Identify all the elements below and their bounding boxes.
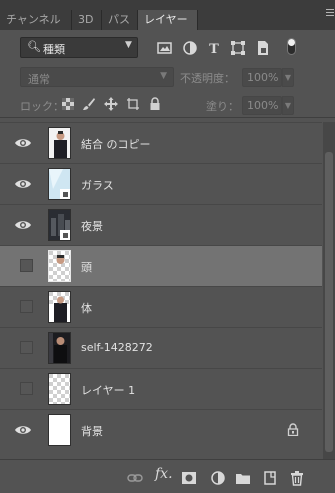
svg-text:T: T — [209, 42, 219, 56]
layer-thumbnail — [48, 250, 71, 282]
layers-bottom-toolbar: fx. — [0, 459, 335, 493]
trash-icon[interactable] — [289, 470, 305, 486]
new-layer-icon[interactable] — [262, 470, 278, 486]
layer-row[interactable]: 頭 — [0, 245, 322, 286]
fill-label: 塗り： — [206, 100, 239, 113]
visibility-toggle[interactable] — [20, 341, 33, 354]
visibility-toggle[interactable] — [20, 300, 33, 313]
layer-row[interactable]: ガラス — [0, 163, 322, 204]
lock-artboard-icon[interactable] — [126, 97, 140, 111]
layer-row[interactable]: 背景 — [0, 409, 322, 450]
lock-all-icon[interactable] — [148, 97, 162, 111]
layer-name[interactable]: 背景 — [81, 423, 103, 439]
layer-style-icon[interactable]: fx. — [155, 466, 173, 482]
layer-thumbnail — [48, 414, 71, 446]
lock-icon[interactable] — [287, 423, 299, 436]
tab-layers[interactable]: レイヤー — [138, 10, 198, 30]
lock-position-icon[interactable] — [104, 97, 118, 111]
chevron-down-icon: ▼ — [125, 40, 132, 50]
new-adjustment-layer-icon[interactable] — [210, 470, 226, 486]
chevron-down-icon: ▼ — [160, 71, 167, 81]
layer-thumbnail — [48, 168, 71, 200]
eye-icon[interactable] — [14, 134, 32, 152]
filter-kind-label: 種類 — [43, 43, 65, 56]
layer-name[interactable]: ガラス — [81, 177, 114, 193]
layer-row[interactable]: 夜景 — [0, 204, 322, 245]
adjustment-filter-icon[interactable] — [182, 40, 198, 56]
layer-list-scrollbar[interactable] — [323, 122, 335, 459]
fill-input[interactable]: 100% — [242, 96, 282, 115]
layer-list: 結合 のコピー ガラス 夜景 頭 体 self-1428272 レイヤー 1 背… — [0, 122, 322, 459]
search-icon: 🔍︎ — [27, 40, 41, 53]
layer-row[interactable]: レイヤー 1 — [0, 368, 322, 409]
layer-name[interactable]: 体 — [81, 300, 92, 316]
shape-filter-icon[interactable] — [230, 40, 246, 56]
visibility-toggle[interactable] — [20, 259, 33, 272]
divider — [0, 117, 335, 118]
layer-name[interactable]: 夜景 — [81, 218, 103, 234]
lock-image-pixels-icon[interactable] — [82, 97, 96, 111]
layer-thumbnail — [48, 209, 71, 241]
blend-mode-label: 通常 — [28, 73, 50, 86]
layer-thumbnail — [48, 127, 71, 159]
blend-mode-select[interactable]: 通常 ▼ — [20, 67, 174, 87]
link-layers-icon[interactable] — [127, 470, 143, 486]
panel-menu-icon[interactable] — [326, 9, 334, 19]
opacity-label: 不透明度： — [180, 72, 235, 85]
eye-icon[interactable] — [14, 216, 32, 234]
layer-row[interactable]: 体 — [0, 286, 322, 327]
lock-label: ロック： — [20, 100, 64, 113]
layer-thumbnail — [48, 373, 71, 405]
opacity-input[interactable]: 100% — [242, 68, 282, 87]
layer-name[interactable]: 結合 のコピー — [81, 136, 151, 152]
smart-object-filter-icon[interactable] — [255, 40, 271, 56]
layer-name[interactable]: self-1428272 — [81, 341, 153, 354]
filter-toggle-switch[interactable] — [287, 38, 296, 55]
tab-channels[interactable]: チャンネル — [0, 10, 72, 30]
layer-thumbnail — [48, 332, 71, 364]
layer-row[interactable]: self-1428272 — [0, 327, 322, 368]
eye-icon[interactable] — [14, 421, 32, 439]
new-group-icon[interactable] — [235, 470, 251, 486]
add-mask-icon[interactable] — [181, 470, 197, 486]
layer-name[interactable]: レイヤー 1 — [81, 382, 135, 398]
type-filter-icon[interactable]: T — [206, 40, 222, 56]
tab-paths[interactable]: パス — [102, 10, 138, 30]
visibility-toggle[interactable] — [20, 382, 33, 395]
tab-3d[interactable]: 3D — [72, 10, 102, 30]
layer-name[interactable]: 頭 — [81, 259, 92, 275]
opacity-dropdown-button[interactable]: ▼ — [282, 68, 294, 87]
layer-row[interactable]: 結合 のコピー — [0, 122, 322, 163]
fill-dropdown-button[interactable]: ▼ — [282, 96, 294, 115]
eye-icon[interactable] — [14, 175, 32, 193]
scrollbar-thumb[interactable] — [325, 152, 333, 452]
panel-tab-bar: チャンネル 3D パス レイヤー — [0, 0, 335, 30]
filter-kind-select[interactable]: 🔍︎ 種類 ▼ — [20, 37, 138, 58]
lock-transparent-pixels-icon[interactable] — [61, 97, 75, 111]
image-filter-icon[interactable] — [157, 40, 173, 56]
layer-thumbnail — [48, 291, 71, 323]
